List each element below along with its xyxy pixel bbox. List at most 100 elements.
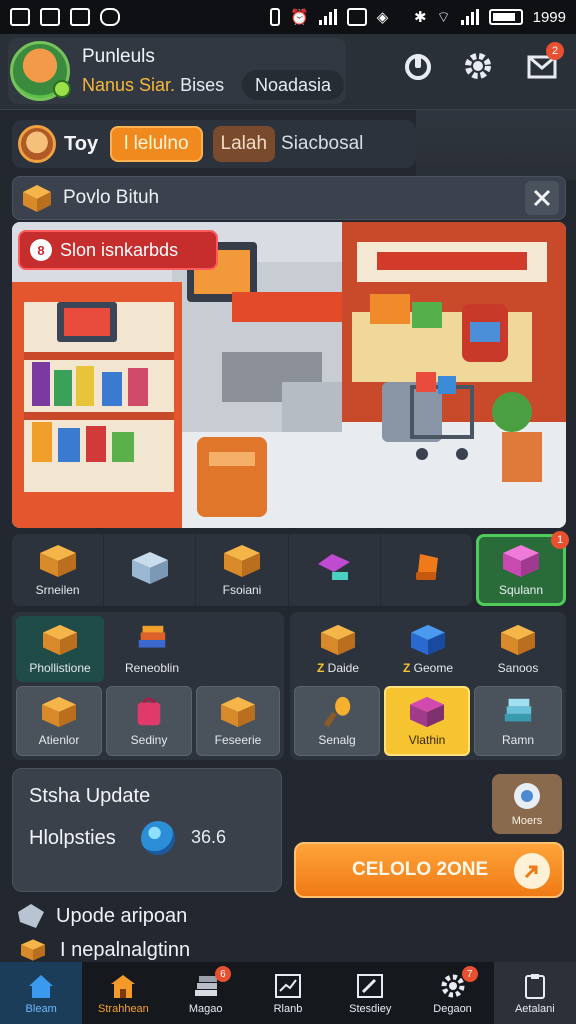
nav-item-stack[interactable]: 6 Magao [165, 962, 247, 1024]
shop-icon [111, 974, 136, 998]
arrow-icon [514, 853, 550, 889]
torch-icon [323, 696, 351, 728]
box-icon [221, 696, 255, 728]
region-pill[interactable]: Noadasia [242, 70, 344, 100]
stats-card[interactable]: Stsha Update Hlolpsties 36.6 [12, 768, 282, 892]
shop-scene[interactable]: 8 Slon isnkarbds [12, 222, 566, 528]
grid-left-item-1[interactable]: Phollistione [16, 616, 104, 682]
box-icon [23, 185, 51, 212]
crystal-icon [18, 904, 44, 928]
app-icon [10, 8, 30, 26]
battery-icon [488, 9, 523, 25]
mail-button[interactable]: 2 [524, 42, 564, 84]
stats-label: Hlolpsties [29, 827, 116, 849]
nav-item-home[interactable]: Bleam [0, 962, 83, 1024]
update-line-1[interactable]: Upode aripoan [16, 902, 187, 930]
bottom-nav: Bleam Strahhean 6 Magao Rlanb Stesdiey 7… [0, 962, 576, 1024]
grid-right-label-2: Z Geome [403, 661, 453, 675]
grid-left-label-1: Phollistione [29, 661, 91, 675]
wifi-icon: ⌔ [436, 8, 451, 26]
cell-signal-icon [460, 9, 479, 25]
grid-right-item-1[interactable]: Z Daide [294, 616, 382, 682]
cta-label: CELOLO 2ONE [352, 859, 489, 880]
status-left [10, 8, 120, 26]
tool-row: Srneilen Fsoiani [12, 534, 472, 606]
update-line-2[interactable]: I nepalnalgtinn [16, 938, 190, 962]
nav-item-chart[interactable]: Rlanb [247, 962, 329, 1024]
tool-special[interactable]: 1 Squlann [476, 531, 569, 606]
update-text-2: I nepalnalgtinn [60, 938, 191, 961]
currency-orange-pill[interactable]: l lelulno [110, 126, 203, 162]
box-icon [224, 545, 260, 577]
cube-icon [411, 624, 445, 656]
background-shelf [416, 110, 576, 180]
gallery-icon [40, 8, 60, 26]
nav-label-shop: Strahhean [98, 1002, 149, 1015]
currency-brown-pill[interactable]: Lalah [212, 126, 276, 162]
mission-bar[interactable]: Povlo Bituh [12, 176, 566, 220]
nav-item-clipboard[interactable]: Aetalani [493, 962, 576, 1024]
save-icon [70, 8, 90, 26]
nav-badge-gear: 7 [461, 966, 478, 982]
grid-left-item-4[interactable]: Sediny [106, 686, 192, 756]
nav-label-gear: Degaon [433, 1002, 472, 1015]
gear-icon [465, 53, 491, 79]
profile-card[interactable]: Punleuls Nanus Siar. Bises Noadasia [8, 38, 346, 104]
tool-item-3[interactable]: Fsoiani [196, 534, 289, 606]
stats-title: Stsha Update [29, 785, 151, 807]
nav-label-stack: Magao [188, 1002, 223, 1015]
status-middle: ⏰ ◈ [270, 8, 388, 26]
power-button[interactable] [400, 48, 436, 84]
power-icon [405, 54, 431, 80]
grid-right-label-6: Ramn [501, 733, 534, 747]
gift-box-icon [503, 545, 539, 577]
primary-cta-button[interactable]: CELOLO 2ONE [294, 842, 564, 898]
mini-button[interactable]: Moers [492, 774, 562, 834]
grid-left-item-3[interactable]: Atienlor [16, 686, 102, 756]
signal-icon [318, 9, 337, 25]
close-button[interactable] [525, 181, 559, 215]
scene-banner[interactable]: 8 Slon isnkarbds [18, 230, 218, 270]
settings-button[interactable] [460, 48, 496, 84]
grid-right-label-5: Vlathin [408, 733, 446, 747]
box-icon [43, 624, 77, 656]
grid-right-item-6[interactable]: Ramn [474, 686, 562, 756]
box-icon [39, 545, 76, 577]
tool-item-2[interactable] [104, 534, 197, 606]
grid-right-item-2[interactable]: Z Geome [384, 616, 472, 682]
robot-icon [410, 696, 444, 728]
currency-row: Toy l lelulno Lalah Siacbosal [12, 120, 416, 168]
tool-special-count: 1 [551, 531, 569, 549]
nav-item-edit[interactable]: Stesdiey [329, 962, 411, 1024]
grid-left-label-4: Sediny [130, 733, 168, 747]
tool-item-5[interactable] [381, 534, 472, 606]
box-icon [21, 939, 45, 961]
scene-banner-badge: 8 [30, 239, 52, 261]
nav-badge-stack: 6 [214, 966, 231, 982]
top-header: Punleuls Nanus Siar. Bises Noadasia 2 [0, 34, 576, 110]
chart-icon [274, 973, 301, 998]
grid-left-item-2[interactable]: Reneoblin [108, 616, 196, 682]
home-icon [29, 974, 54, 998]
vibrate-icon [270, 8, 280, 26]
grid-right-item-5[interactable]: Vlathin [384, 686, 470, 756]
tool-item-4[interactable] [289, 534, 381, 606]
scene-banner-label: Slon isnkarbds [60, 239, 179, 260]
tool-item-1[interactable]: Srneilen [12, 534, 105, 606]
sim-icon [346, 8, 367, 26]
inventory-grid-left: Phollistione Reneoblin Atienlor Sediny F… [12, 612, 284, 760]
nav-item-shop[interactable]: Strahhean [82, 962, 164, 1024]
books-icon [138, 625, 166, 648]
alarm-icon: ⏰ [290, 9, 309, 26]
character-avatar-icon[interactable] [18, 125, 56, 163]
nav-item-gear[interactable]: 7 Degaon [411, 962, 493, 1024]
grid-right-item-4[interactable]: Senalg [294, 686, 380, 756]
player-avatar[interactable] [10, 41, 71, 101]
grid-left-item-5[interactable]: Feseerie [196, 686, 280, 756]
grid-right-prefix-1: Z [316, 661, 325, 675]
currency-label: Toy [64, 132, 99, 155]
tool-special-label: Squlann [498, 583, 544, 597]
grid-right-item-3[interactable]: Sanoos [474, 616, 562, 682]
status-bar: ⏰ ◈ ✱ ⌔ 1999 [0, 0, 576, 34]
bag-icon [137, 697, 161, 726]
